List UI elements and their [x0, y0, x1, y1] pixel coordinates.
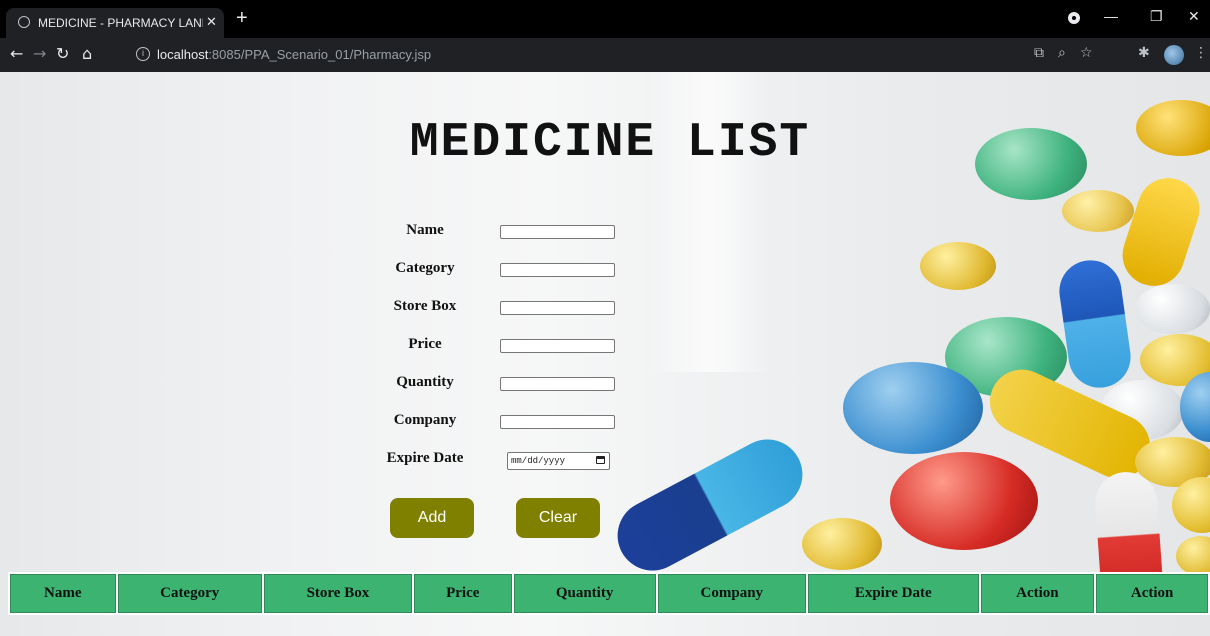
col-name-header: Name — [10, 574, 116, 613]
page-viewport: MEDICINE LIST Name Category Store Box Pr… — [0, 72, 1210, 636]
browser-tab[interactable]: MEDICINE - PHARMACY LANKA ✕ — [6, 8, 224, 38]
forward-icon[interactable]: → — [33, 44, 46, 63]
clear-button[interactable]: Clear — [516, 498, 600, 538]
tab-title: MEDICINE - PHARMACY LANKA — [38, 16, 203, 30]
company-input[interactable] — [500, 415, 615, 429]
price-label: Price — [408, 336, 442, 352]
back-icon[interactable]: ← — [10, 44, 23, 63]
reload-icon[interactable]: ↻ — [56, 44, 69, 63]
address-bar[interactable]: i localhost:8085/PPA_Scenario_01/Pharmac… — [124, 42, 1164, 68]
expire-date-input[interactable]: mm/dd/yyyy — [507, 452, 610, 470]
minimize-icon[interactable]: — — [1104, 8, 1118, 24]
name-label: Name — [406, 222, 444, 238]
add-button[interactable]: Add — [390, 498, 474, 538]
medicine-table: Name Category Store Box Price Quantity C… — [8, 572, 1210, 615]
col-expire-date-header: Expire Date — [807, 574, 979, 613]
globe-icon — [18, 16, 30, 28]
name-input[interactable] — [500, 225, 615, 239]
translate-icon[interactable]: ⧉ — [1034, 45, 1044, 61]
browser-tabbar: MEDICINE - PHARMACY LANKA ✕ + — ❐ ✕ — [0, 0, 1210, 38]
col-store-box-header: Store Box — [263, 574, 413, 613]
browser-toolbar: ← → ↻ ⌂ i localhost:8085/PPA_Scenario_01… — [0, 38, 1210, 72]
col-category-header: Category — [117, 574, 262, 613]
category-label: Category — [395, 260, 455, 276]
info-icon[interactable]: i — [136, 47, 150, 61]
home-icon[interactable]: ⌂ — [82, 44, 92, 63]
company-label: Company — [393, 412, 457, 428]
quantity-label: Quantity — [396, 374, 454, 390]
extensions-icon[interactable]: ✱ — [1138, 45, 1150, 61]
col-company-header: Company — [657, 574, 806, 613]
col-quantity-header: Quantity — [513, 574, 656, 613]
price-input[interactable] — [500, 339, 615, 353]
close-tab-icon[interactable]: ✕ — [206, 14, 217, 30]
url-text: localhost:8085/PPA_Scenario_01/Pharmacy.… — [157, 47, 432, 62]
col-price-header: Price — [414, 574, 512, 613]
page-title: MEDICINE LIST — [409, 116, 811, 170]
window-close-icon[interactable]: ✕ — [1188, 8, 1200, 25]
category-input[interactable] — [500, 263, 615, 277]
col-action-header-2: Action — [1096, 574, 1208, 613]
media-control-icon[interactable] — [1068, 12, 1080, 24]
calendar-icon[interactable] — [596, 456, 605, 464]
table-header-row: Name Category Store Box Price Quantity C… — [10, 574, 1208, 613]
restore-icon[interactable]: ❐ — [1150, 8, 1163, 25]
expire-date-label: Expire Date — [386, 450, 464, 466]
store-box-label: Store Box — [393, 298, 457, 314]
quantity-input[interactable] — [500, 377, 615, 391]
profile-avatar[interactable] — [1164, 45, 1184, 65]
store-box-input[interactable] — [500, 301, 615, 315]
new-tab-button[interactable]: + — [236, 8, 248, 28]
bookmark-star-icon[interactable]: ☆ — [1080, 45, 1093, 61]
date-placeholder: mm/dd/yyyy — [511, 456, 566, 466]
col-action-header: Action — [980, 574, 1095, 613]
zoom-icon[interactable]: ⌕ — [1058, 45, 1066, 61]
menu-icon[interactable]: ⋮ — [1194, 45, 1208, 61]
